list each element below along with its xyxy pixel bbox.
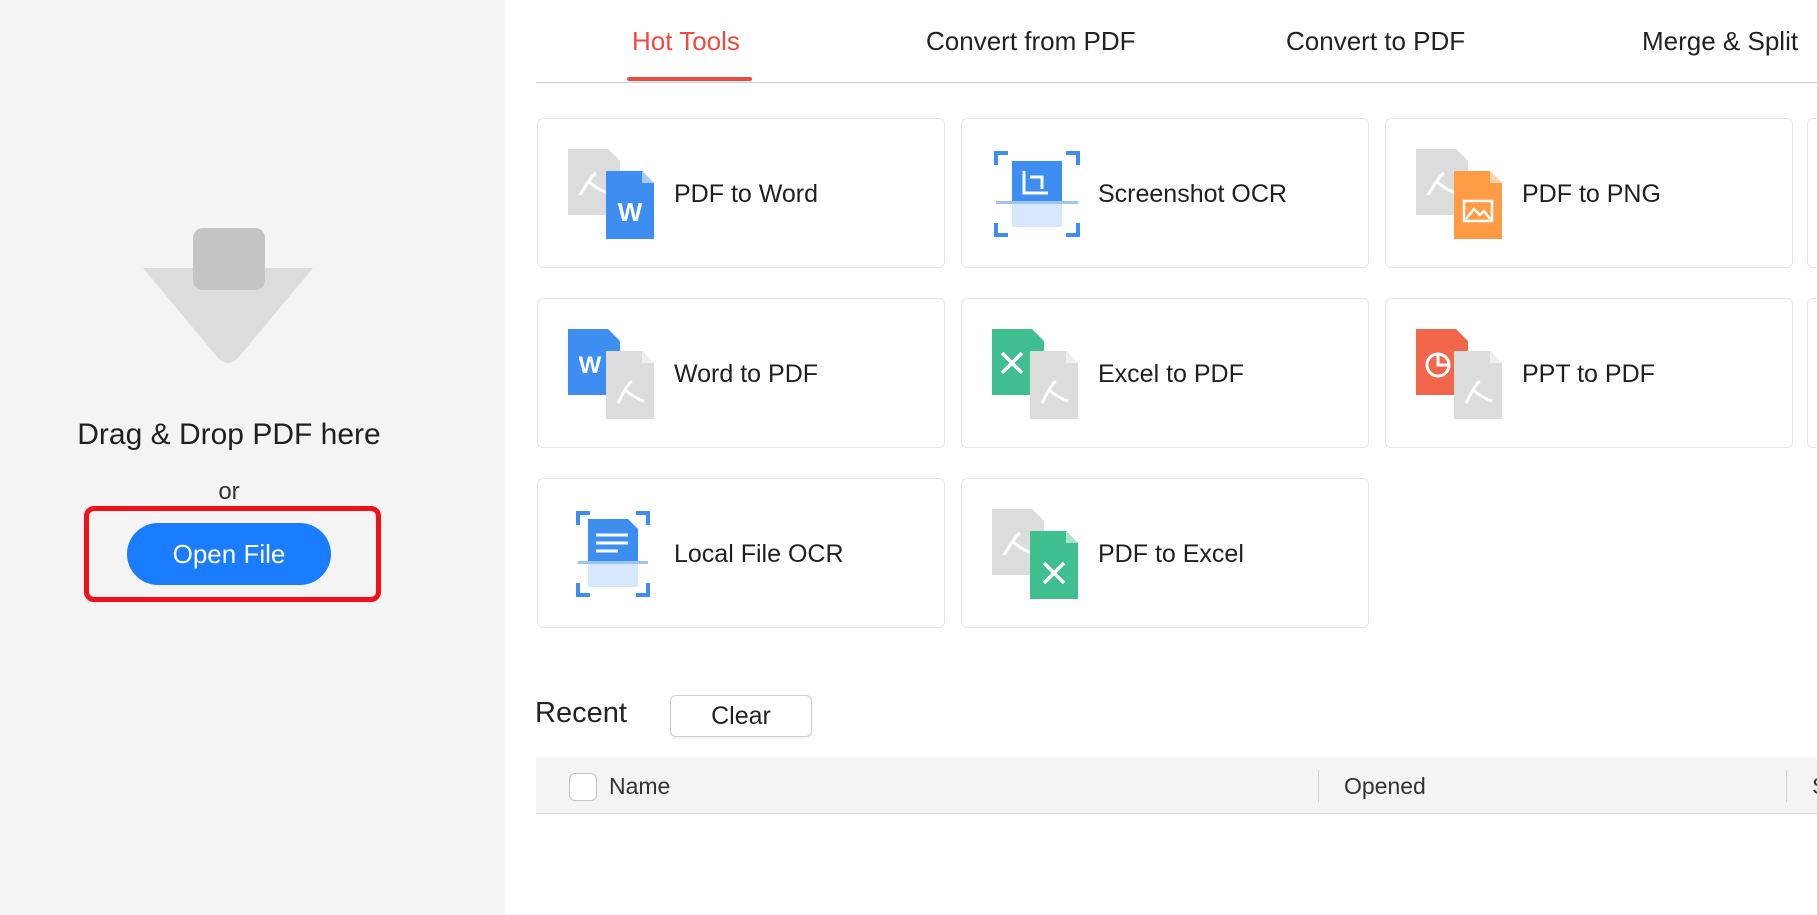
screenshot-ocr-icon: [994, 151, 1080, 237]
word-to-pdf-icon: W: [568, 329, 654, 419]
column-resize-handle[interactable]: [1786, 770, 1787, 802]
tool-label: PPT to PDF: [1522, 359, 1655, 388]
recent-title: Recent: [535, 697, 627, 729]
tool-card-ppt-to-pdf[interactable]: PPT to PDF: [1385, 298, 1793, 448]
tool-label: PDF to Excel: [1098, 539, 1244, 568]
svg-text:W: W: [618, 197, 643, 227]
excel-to-pdf-icon: [992, 329, 1078, 419]
tool-label: Excel to PDF: [1098, 359, 1244, 388]
tool-card-pdf-to-png[interactable]: PDF to PNG: [1385, 118, 1793, 268]
pdf-to-excel-icon: [992, 509, 1078, 599]
tool-card-partial[interactable]: [1807, 298, 1817, 448]
tool-label: PDF to Word: [674, 179, 819, 208]
tab-hot-tools[interactable]: Hot Tools: [632, 26, 740, 57]
tab-convert-from-pdf[interactable]: Convert from PDF: [926, 26, 1136, 57]
pdf-to-png-icon: [1416, 149, 1502, 239]
select-all-checkbox[interactable]: [569, 773, 597, 801]
tool-card-pdf-to-excel[interactable]: PDF to Excel: [961, 478, 1369, 628]
drop-arrow-icon: [143, 228, 313, 363]
column-resize-handle[interactable]: [1318, 770, 1319, 802]
or-separator: or: [218, 478, 240, 505]
drop-instruction: Drag & Drop PDF here: [77, 418, 381, 451]
tool-card-word-to-pdf[interactable]: W Word to PDF: [537, 298, 945, 448]
tool-card-screenshot-ocr[interactable]: Screenshot OCR: [961, 118, 1369, 268]
tool-label: PDF to PNG: [1522, 179, 1661, 208]
column-header-name[interactable]: Name: [609, 773, 670, 800]
drop-zone-panel[interactable]: Drag & Drop PDF here or Open File: [0, 0, 505, 915]
svg-text:W: W: [579, 352, 602, 379]
tool-card-partial[interactable]: [1807, 118, 1817, 268]
column-header-opened[interactable]: Opened: [1344, 773, 1426, 800]
open-file-button[interactable]: Open File: [127, 523, 331, 585]
active-tab-indicator: [627, 77, 752, 81]
clear-recent-button[interactable]: Clear: [670, 695, 812, 737]
pdf-to-word-icon: W: [568, 149, 654, 239]
tab-convert-to-pdf[interactable]: Convert to PDF: [1286, 26, 1465, 57]
tool-label: Local File OCR: [674, 539, 844, 568]
tool-card-local-file-ocr[interactable]: Local File OCR: [537, 478, 945, 628]
ppt-to-pdf-icon: [1416, 329, 1502, 419]
tool-card-excel-to-pdf[interactable]: Excel to PDF: [961, 298, 1369, 448]
tool-card-pdf-to-word[interactable]: W PDF to Word: [537, 118, 945, 268]
recent-table-header: Name Opened S: [536, 758, 1817, 814]
column-header-size[interactable]: S: [1812, 773, 1817, 800]
tab-merge-split[interactable]: Merge & Split: [1642, 26, 1798, 57]
tool-tabs: Hot Tools Convert from PDF Convert to PD…: [536, 0, 1817, 83]
tool-label: Screenshot OCR: [1098, 179, 1287, 208]
tool-label: Word to PDF: [674, 359, 819, 388]
local-file-ocr-icon: [576, 511, 650, 597]
